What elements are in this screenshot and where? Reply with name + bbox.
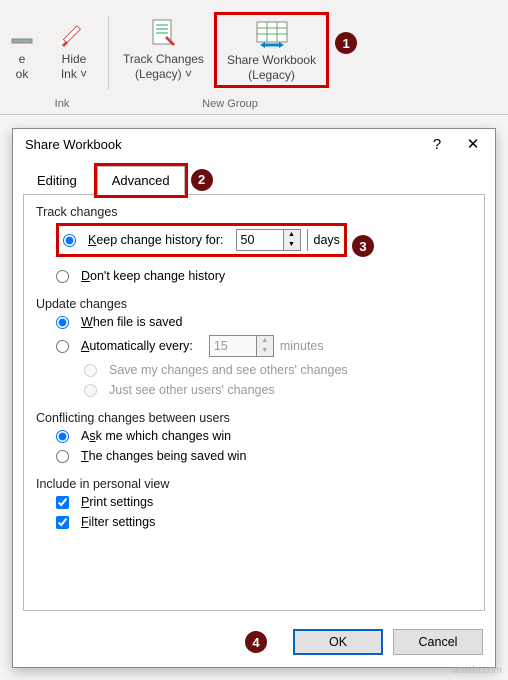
- document-pen-icon: [149, 16, 177, 50]
- share-workbook-dialog: Share Workbook ? ✕ Editing Advanced 2 Tr…: [12, 128, 496, 668]
- unknown-icon: [10, 16, 34, 50]
- tab-editing[interactable]: Editing: [23, 167, 91, 194]
- cancel-button[interactable]: Cancel: [393, 629, 483, 655]
- tab-panel-advanced: Track changes Keep change history for: ▲…: [23, 194, 485, 611]
- section-update-changes: Update changes When file is saved Automa…: [36, 297, 472, 397]
- spin-up: ▲: [257, 336, 273, 346]
- label: ok: [16, 67, 29, 82]
- section-title: Conflicting changes between users: [36, 411, 472, 425]
- ribbon: e ok Hide Ink ˅ Ink Track Changes (Legac…: [0, 0, 508, 115]
- filter-settings-check[interactable]: [56, 516, 69, 529]
- callout-badge-2: 2: [191, 169, 213, 191]
- callout-badge-4: 4: [245, 631, 267, 653]
- label: e: [19, 52, 26, 67]
- label: Hide: [62, 52, 87, 67]
- automatically-every-radio[interactable]: [56, 340, 69, 353]
- auto-minutes-input: [210, 336, 256, 356]
- label: Just see other users' changes: [109, 383, 275, 397]
- pen-icon: [60, 16, 88, 50]
- callout-badge-1: 1: [335, 32, 357, 54]
- watermark: wsxdn.com: [452, 665, 502, 676]
- label: Don't keep change history: [81, 269, 225, 283]
- when-saved-radio[interactable]: [56, 316, 69, 329]
- spreadsheet-share-icon: [255, 17, 289, 51]
- spin-up[interactable]: ▲: [284, 230, 300, 240]
- help-button[interactable]: ?: [419, 136, 455, 153]
- label: Automatically every:: [81, 339, 193, 353]
- ok-button[interactable]: OK: [293, 629, 383, 655]
- label: Track Changes: [123, 52, 204, 67]
- keep-history-radio[interactable]: [63, 234, 76, 247]
- section-title: Include in personal view: [36, 477, 472, 491]
- separator: [108, 16, 109, 90]
- dont-keep-history-radio[interactable]: [56, 270, 69, 283]
- see-others-radio: [84, 384, 97, 397]
- dialog-buttons: 4 OK Cancel: [13, 621, 495, 667]
- label: (Legacy) ˅: [135, 67, 192, 82]
- label: Ask me which changes win: [81, 429, 231, 443]
- print-settings-check[interactable]: [56, 496, 69, 509]
- label: Save my changes and see others' changes: [109, 363, 348, 377]
- save-mine-radio: [84, 364, 97, 377]
- label: Print settings: [81, 495, 153, 509]
- share-workbook-button[interactable]: Share Workbook (Legacy): [214, 12, 329, 88]
- spin-down: ▼: [257, 346, 273, 356]
- dialog-titlebar: Share Workbook ? ✕: [13, 129, 495, 159]
- history-days-spinner[interactable]: ▲▼: [236, 229, 301, 251]
- close-button[interactable]: ✕: [455, 135, 491, 153]
- section-title: Track changes: [36, 205, 472, 219]
- ask-which-wins-radio[interactable]: [56, 430, 69, 443]
- dialog-title: Share Workbook: [25, 137, 122, 152]
- dont-keep-history-row: Don't keep change history: [56, 269, 472, 283]
- history-days-input[interactable]: [237, 230, 283, 250]
- label: minutes: [280, 339, 324, 353]
- saved-win-radio[interactable]: [56, 450, 69, 463]
- label: The changes being saved win: [81, 449, 246, 463]
- label: days: [307, 229, 340, 251]
- group-label: Ink: [22, 98, 102, 110]
- spin-down[interactable]: ▼: [284, 240, 300, 250]
- label: Ink ˅: [61, 67, 87, 82]
- section-title: Update changes: [36, 297, 472, 311]
- auto-minutes-spinner: ▲▼: [209, 335, 274, 357]
- label: Filter settings: [81, 515, 155, 529]
- group-label: New Group: [130, 98, 330, 110]
- label: When file is saved: [81, 315, 182, 329]
- section-track-changes: Track changes Keep change history for: ▲…: [36, 205, 472, 283]
- label: (Legacy): [248, 68, 295, 83]
- keep-history-row: Keep change history for: ▲▼ days: [56, 223, 347, 257]
- label: Keep change history for:: [88, 233, 224, 247]
- section-personal-view: Include in personal view Print settings …: [36, 477, 472, 529]
- tab-advanced[interactable]: Advanced: [97, 166, 185, 195]
- section-conflicting: Conflicting changes between users Ask me…: [36, 411, 472, 463]
- label: Share Workbook: [227, 53, 316, 68]
- callout-badge-3: 3: [352, 235, 374, 257]
- tabs: Editing Advanced 2: [13, 159, 495, 194]
